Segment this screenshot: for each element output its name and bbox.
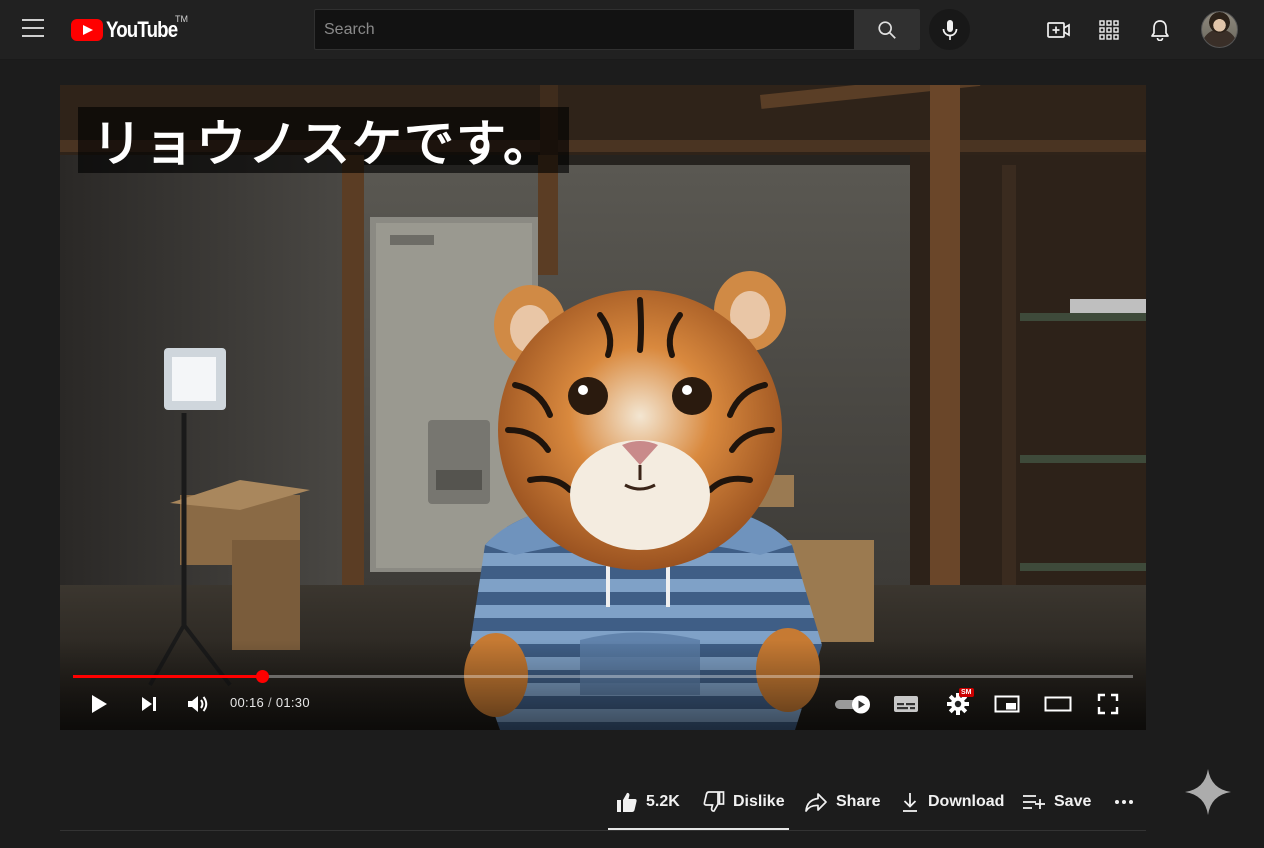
like-button[interactable]: 5.2K	[616, 786, 680, 818]
volume-icon	[188, 696, 208, 712]
quality-badge: SM	[959, 688, 974, 697]
logo-text: YouTube	[106, 17, 178, 42]
bell-icon	[1151, 20, 1169, 41]
volume-button[interactable]	[185, 691, 211, 717]
create-button[interactable]	[1046, 17, 1072, 43]
user-avatar[interactable]	[1201, 11, 1238, 48]
miniplayer-icon	[994, 695, 1020, 713]
next-button[interactable]	[136, 691, 162, 717]
top-bar: YouTube TM	[0, 0, 1264, 60]
hamburger-menu-icon[interactable]	[22, 19, 46, 39]
theater-mode-icon	[1044, 696, 1072, 712]
logo-trademark: TM	[175, 14, 188, 24]
subtitles-button[interactable]	[892, 691, 920, 717]
notifications-button[interactable]	[1147, 17, 1173, 43]
fullscreen-button[interactable]	[1095, 691, 1121, 717]
thumbs-down-icon	[703, 791, 725, 812]
subtitles-icon	[894, 696, 918, 712]
share-label: Share	[836, 793, 881, 810]
share-arrow-icon	[805, 793, 827, 812]
play-icon	[92, 695, 107, 713]
youtube-play-logo-icon	[71, 19, 103, 41]
video-caption-overlay: リョウノスケです。	[78, 107, 569, 173]
apps-button[interactable]	[1096, 17, 1122, 43]
like-count: 5.2K	[646, 793, 680, 810]
sparkle-icon	[1185, 769, 1231, 815]
more-actions-button[interactable]	[1114, 786, 1134, 818]
autoplay-toggle-icon	[835, 695, 870, 714]
share-button[interactable]: Share	[804, 786, 880, 818]
caption-text: リョウノスケです。	[92, 115, 555, 173]
time-display: 00:16 / 01:30	[230, 695, 310, 710]
progress-bar[interactable]	[73, 670, 1133, 683]
download-button[interactable]: Download	[900, 786, 1004, 818]
section-divider	[60, 830, 1146, 831]
miniplayer-button[interactable]	[993, 691, 1021, 717]
video-player[interactable]: リョウノスケです。 00:16 / 01:30 SM	[60, 85, 1146, 730]
search-input[interactable]	[314, 9, 855, 50]
time-separator: /	[267, 695, 272, 710]
create-video-icon	[1047, 22, 1070, 38]
voice-search-button[interactable]	[929, 9, 970, 50]
controls-gradient	[60, 640, 1146, 730]
skip-next-icon	[142, 697, 156, 711]
fullscreen-icon	[1097, 693, 1119, 715]
play-button[interactable]	[86, 691, 112, 717]
video-frame-tiger-cub	[60, 85, 1146, 730]
progress-scrubber-handle[interactable]	[255, 670, 269, 683]
search-button[interactable]	[855, 9, 920, 50]
duration: 01:30	[275, 695, 310, 710]
youtube-logo[interactable]: YouTube TM	[71, 14, 190, 46]
search-icon	[878, 20, 896, 39]
dislike-button[interactable]: Dislike	[703, 786, 785, 818]
current-time: 00:16	[230, 695, 265, 710]
save-label: Save	[1054, 793, 1092, 810]
microphone-icon	[942, 19, 957, 40]
more-horizontal-icon	[1115, 800, 1133, 804]
settings-button[interactable]: SM	[944, 688, 974, 717]
autoplay-toggle[interactable]	[834, 691, 872, 717]
dislike-label: Dislike	[733, 793, 785, 810]
download-label: Download	[928, 793, 1005, 810]
progress-played	[73, 675, 262, 678]
video-actions-bar: 5.2K Dislike Share Download Save	[0, 786, 1264, 818]
apps-grid-icon	[1099, 20, 1119, 40]
thumbs-up-icon	[617, 792, 637, 812]
download-icon	[903, 793, 917, 812]
save-button[interactable]: Save	[1022, 786, 1091, 818]
playlist-add-icon	[1023, 795, 1045, 809]
theater-mode-button[interactable]	[1043, 691, 1073, 717]
